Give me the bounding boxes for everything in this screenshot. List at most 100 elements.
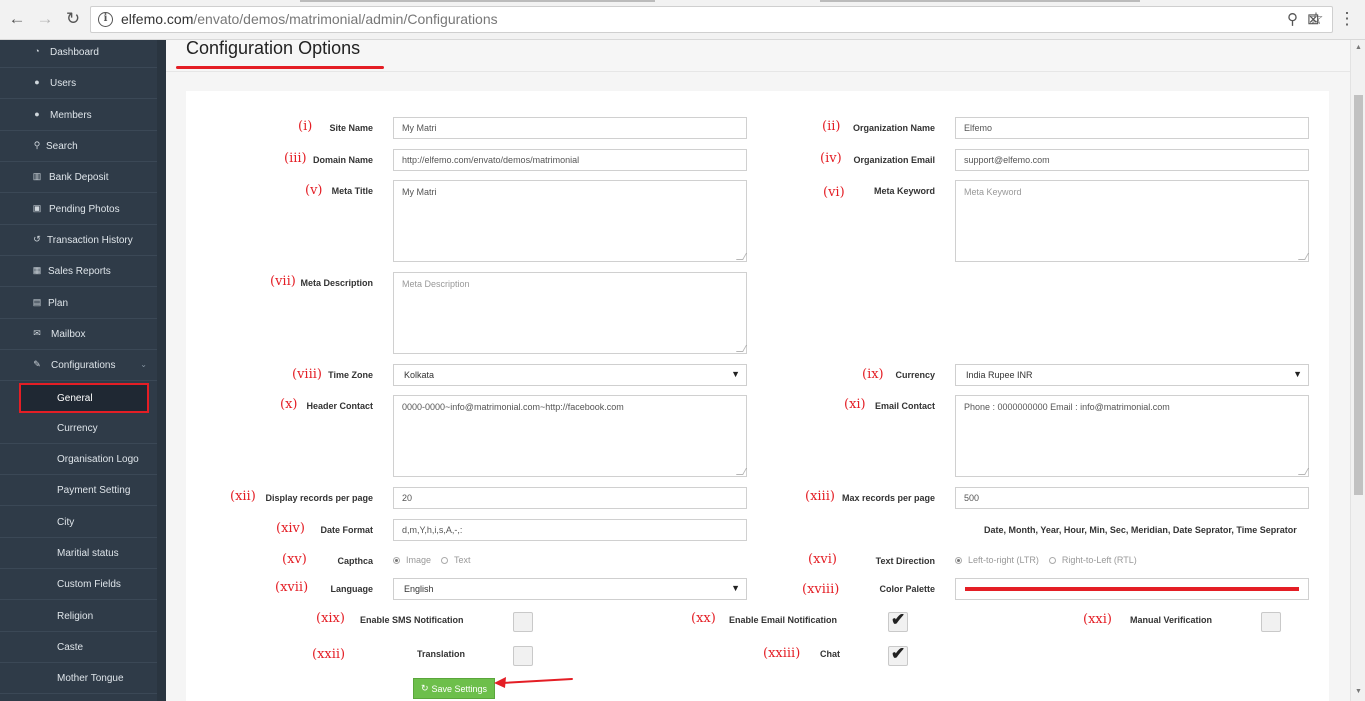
members-icon: ● — [34, 109, 40, 119]
time-zone-select[interactable]: Kolkata ▼ — [393, 364, 747, 386]
email-notification-checkbox[interactable]: ✔ — [888, 610, 908, 632]
captcha-text-label[interactable]: Text — [454, 555, 471, 565]
color-palette-picker[interactable] — [955, 578, 1309, 600]
meta-description-placeholder: Meta Description — [402, 279, 470, 289]
browser-toolbar: ← → ↻ i elfemo.com/envato/demos/matrimon… — [0, 0, 1365, 40]
resize-grip-icon[interactable] — [1297, 253, 1310, 260]
org-email-input[interactable]: support@elfemo.com — [955, 149, 1309, 171]
info-icon[interactable]: i — [98, 12, 113, 27]
search-icon: ⚲ — [33, 140, 41, 150]
check-icon: ✔ — [891, 644, 906, 663]
zoom-icon[interactable]: ⚲ — [1287, 10, 1298, 28]
sidebar-item-users[interactable]: ● Users — [0, 68, 157, 99]
ltr-label[interactable]: Left-to-right (LTR) — [968, 555, 1039, 565]
sidebar-scroll-edge — [157, 40, 166, 701]
caret-down-icon: ▼ — [1293, 369, 1302, 379]
sidebar-subitem-general[interactable]: General — [19, 383, 149, 413]
check-icon: ✔ — [891, 610, 906, 629]
sidebar-item-bank-deposit[interactable]: ▥ Bank Deposit — [0, 162, 157, 193]
resize-grip-icon[interactable] — [735, 345, 748, 352]
ltr-radio[interactable] — [955, 556, 962, 564]
rtl-radio[interactable] — [1048, 556, 1056, 564]
annotation-xvi: (xvi) — [808, 552, 837, 567]
sidebar-item-label: Members — [50, 109, 92, 121]
domain-name-input[interactable]: http://elfemo.com/envato/demos/matrimoni… — [393, 149, 747, 171]
sidebar-subitem-caste[interactable]: Caste — [0, 632, 157, 663]
scroll-up-icon[interactable]: ▲ — [1355, 44, 1362, 51]
sidebar-item-pending-photos[interactable]: ▣ Pending Photos — [0, 194, 157, 225]
sidebar-item-transaction-history[interactable]: ↺ Transaction History — [0, 225, 157, 256]
sidebar-subitem-currency[interactable]: Currency — [0, 413, 157, 444]
meta-keyword-textarea[interactable]: Meta Keyword — [955, 180, 1310, 262]
color-swatch — [965, 587, 1299, 591]
sidebar-item-label: Dashboard — [50, 46, 99, 58]
captcha-text-radio[interactable] — [441, 556, 449, 564]
sidebar-item-sales-reports[interactable]: ▦ Sales Reports — [0, 256, 157, 287]
currency-select[interactable]: India Rupee INR ▼ — [955, 364, 1309, 386]
sidebar-item-label: Search — [46, 140, 78, 152]
resize-grip-icon[interactable] — [735, 253, 748, 260]
org-email-label: Organization Email — [853, 155, 935, 165]
sms-notification-checkbox[interactable] — [513, 612, 533, 632]
sidebar-item-plan[interactable]: ▤ Plan — [0, 288, 157, 319]
meta-title-textarea[interactable]: My Matri — [393, 180, 748, 262]
captcha-image-radio[interactable] — [393, 556, 400, 564]
date-format-label: Date Format — [320, 525, 373, 535]
org-name-input[interactable]: Elfemo — [955, 117, 1309, 139]
menu-icon[interactable]: ⋮ — [1336, 8, 1358, 30]
captcha-image-label[interactable]: Image — [406, 555, 431, 565]
sidebar-item-dashboard[interactable]: ◔ Dashboard — [0, 40, 157, 68]
refresh-icon: ↻ — [420, 683, 429, 693]
save-settings-button[interactable]: ↻ Save Settings — [413, 678, 495, 699]
sidebar-item-search[interactable]: ⚲ Search — [0, 131, 157, 162]
reload-icon[interactable]: ↻ — [62, 8, 84, 30]
language-select[interactable]: English ▼ — [393, 578, 747, 600]
sidebar-subitem-custom-fields[interactable]: Custom Fields — [0, 569, 157, 600]
date-format-input[interactable]: d,m,Y,h,i,s,A,-,: — [393, 519, 747, 541]
url-path: /envato/demos/matrimonial/admin/Configur… — [193, 11, 498, 27]
sidebar-subitem-label: General — [57, 393, 93, 404]
sidebar-subitem-mother-tongue[interactable]: Mother Tongue — [0, 663, 157, 694]
sidebar-item-mailbox[interactable]: ✉ Mailbox — [0, 319, 157, 350]
display-records-input[interactable]: 20 — [393, 487, 747, 509]
page-title: Configuration Options — [186, 40, 361, 58]
language-label: Language — [330, 584, 373, 594]
sidebar-subitem-city[interactable]: City — [0, 507, 157, 538]
sidebar-item-label: Transaction History — [47, 234, 133, 246]
sidebar-item-label: Mailbox — [51, 328, 86, 340]
scroll-thumb[interactable] — [1354, 95, 1363, 495]
caret-down-icon: ▼ — [731, 583, 740, 593]
sidebar-item-label: Sales Reports — [48, 265, 111, 277]
meta-description-textarea[interactable]: Meta Description — [393, 272, 748, 354]
sidebar-item-members[interactable]: ● Members — [0, 100, 157, 131]
display-records-label: Display records per page — [265, 493, 373, 503]
page-scrollbar[interactable]: ▲ ▼ — [1350, 40, 1365, 701]
max-records-input[interactable]: 500 — [955, 487, 1309, 509]
scroll-down-icon[interactable]: ▼ — [1355, 688, 1362, 695]
star-icon[interactable]: ☆ — [1305, 8, 1327, 30]
manual-verification-checkbox[interactable] — [1261, 612, 1281, 632]
config-form: (i) Site Name My Matri (ii) Organization… — [186, 91, 1329, 701]
email-contact-textarea[interactable]: Phone : 0000000000 Email : info@matrimon… — [955, 395, 1310, 477]
sidebar-subitem-organisation-logo[interactable]: Organisation Logo — [0, 444, 157, 475]
header-contact-textarea[interactable]: 0000-0000~info@matrimonial.com~http://fa… — [393, 395, 748, 477]
color-palette-label: Color Palette — [879, 584, 935, 594]
resize-grip-icon[interactable] — [1297, 468, 1310, 475]
tab-strip-edge — [300, 0, 655, 2]
translation-checkbox[interactable] — [513, 646, 533, 666]
site-name-input[interactable]: My Matri — [393, 117, 747, 139]
address-bar[interactable]: i elfemo.com/envato/demos/matrimonial/ad… — [90, 6, 1333, 33]
sidebar-subitem-payment-setting[interactable]: Payment Setting — [0, 475, 157, 506]
chat-checkbox[interactable]: ✔ — [888, 644, 908, 666]
sidebar-subitem-maritial-status[interactable]: Maritial status — [0, 538, 157, 569]
site-name-label: Site Name — [329, 123, 373, 133]
sidebar-subitem-religion[interactable]: Religion — [0, 601, 157, 632]
forward-icon[interactable]: → — [34, 8, 56, 30]
back-icon[interactable]: ← — [6, 8, 28, 30]
save-settings-label: Save Settings — [431, 683, 488, 694]
rtl-label[interactable]: Right-to-Left (RTL) — [1062, 555, 1137, 565]
resize-grip-icon[interactable] — [735, 468, 748, 475]
sidebar-item-configurations[interactable]: ✎ Configurations ⌄ — [0, 350, 157, 381]
url-text[interactable]: elfemo.com/envato/demos/matrimonial/admi… — [121, 11, 498, 27]
manual-verification-label: Manual Verification — [1130, 615, 1213, 625]
